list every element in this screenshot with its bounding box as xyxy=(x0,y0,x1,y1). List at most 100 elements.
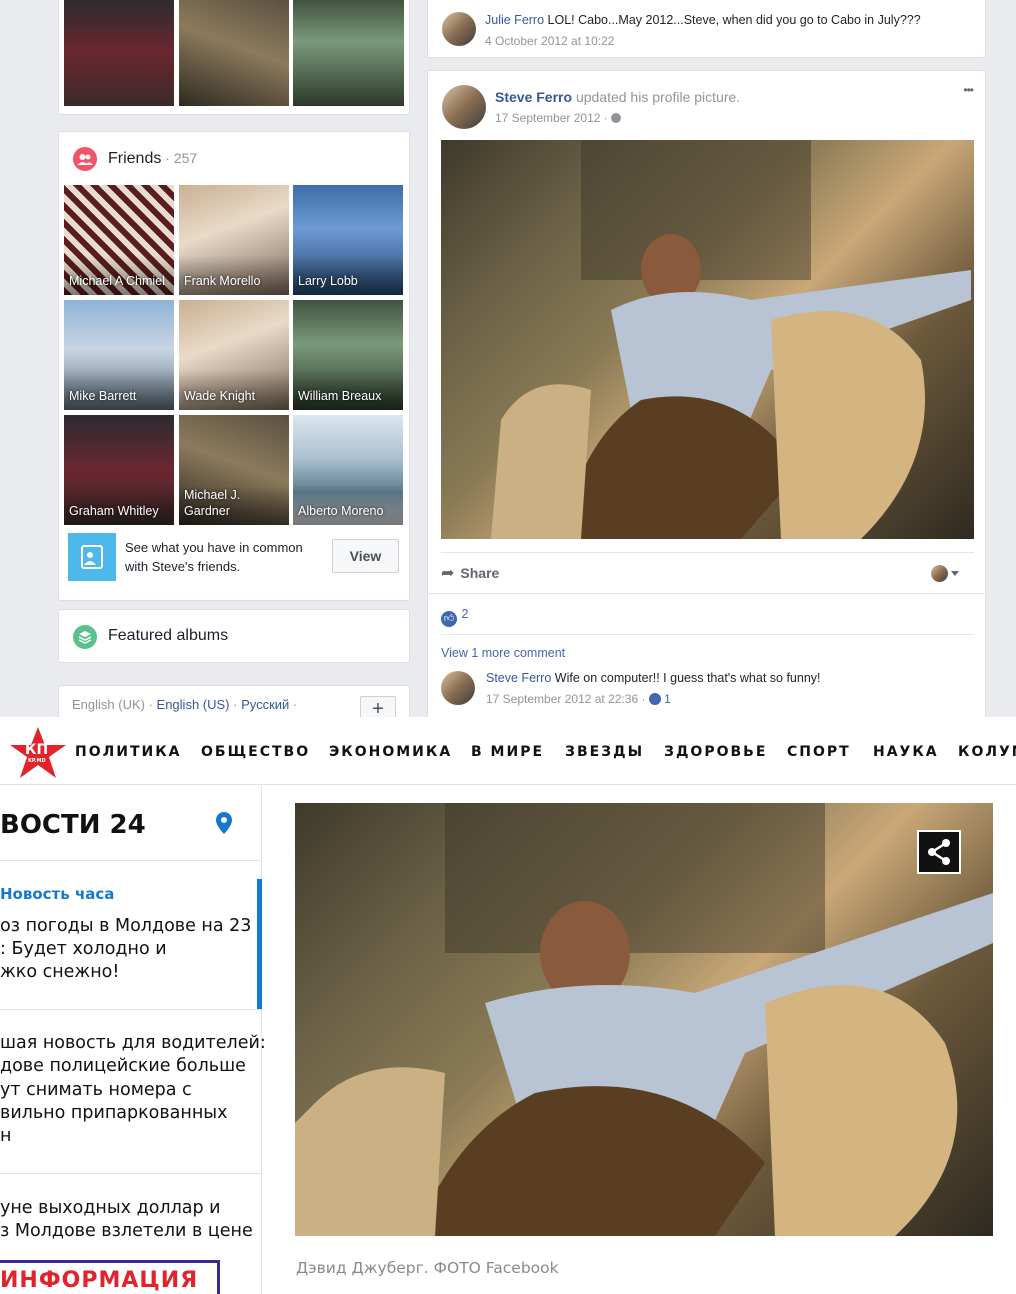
photo-silhouette xyxy=(491,140,971,539)
view-more-comments-link[interactable]: View 1 more comment xyxy=(441,646,565,660)
photo-thumb[interactable] xyxy=(64,0,174,106)
post-author[interactable]: Steve Ferro xyxy=(495,89,572,105)
language-link-ru[interactable]: Русский xyxy=(241,697,289,712)
hour-news-accent xyxy=(257,879,262,1009)
hour-news-label: Новость часа xyxy=(0,885,115,903)
friends-count: 257 xyxy=(173,150,198,166)
news-line: н xyxy=(0,1126,12,1146)
nav-columns[interactable]: КОЛУМ xyxy=(958,744,1016,760)
friend-name: Alberto Moreno xyxy=(298,504,384,518)
like-icon: 👍︎ xyxy=(441,611,457,627)
friend-tile[interactable]: Michael J. Gardner xyxy=(179,415,289,525)
location-pin-icon[interactable] xyxy=(216,812,232,834)
photo-thumb[interactable] xyxy=(179,0,289,106)
friend-name: William Breaux xyxy=(298,389,382,403)
news-line: вильно припаркованных xyxy=(0,1103,228,1123)
friend-name: Michael J. Gardner xyxy=(184,488,241,518)
friends-icon xyxy=(73,147,97,171)
kp-logo[interactable]: КП KP.MD xyxy=(8,725,68,781)
article-photo[interactable] xyxy=(295,803,993,1236)
previous-post-card: Julie Ferro LOL! Cabo...May 2012...Steve… xyxy=(427,0,986,58)
friend-tile[interactable]: Frank Morello xyxy=(179,185,289,295)
friend-tile[interactable]: Alberto Moreno xyxy=(293,415,403,525)
common-friends-icon xyxy=(68,533,116,581)
comment-timestamp[interactable]: 17 September 2012 at 22:36 xyxy=(486,692,638,706)
article-photo-silhouette xyxy=(295,803,993,1236)
featured-albums-title: Featured albums xyxy=(108,627,229,644)
post-date[interactable]: 17 September 2012 xyxy=(495,111,600,125)
info-banner-text: ИНФОРМАЦИЯ xyxy=(0,1268,199,1293)
news-item[interactable]: шая новость для водителей: дове полицейс… xyxy=(0,1026,266,1156)
comment-like-count[interactable]: 1 xyxy=(664,692,671,706)
kp-news-page: КП KP.MD ПОЛИТИКА ОБЩЕСТВО ЭКОНОМИКА В М… xyxy=(0,717,1016,1294)
author-avatar[interactable] xyxy=(442,85,486,129)
like-count[interactable]: 2 xyxy=(461,607,468,621)
friend-tile[interactable]: Mike Barrett xyxy=(64,300,174,410)
nav-world[interactable]: В МИРЕ xyxy=(471,744,544,760)
nav-science[interactable]: НАУКА xyxy=(873,744,939,760)
news-line: з Молдове взлетели в цене xyxy=(0,1221,253,1241)
nav-sport[interactable]: СПОРТ xyxy=(787,744,851,760)
viewer-avatar xyxy=(931,565,948,582)
language-card: English (UK) · English (US) · Русский · … xyxy=(58,685,410,717)
share-icon[interactable] xyxy=(917,830,961,874)
language-link-en-us[interactable]: English (US) xyxy=(157,697,230,712)
albums-icon xyxy=(73,625,97,649)
friend-tile[interactable]: William Breaux xyxy=(293,300,403,410)
news-line: оз погоды в Молдове на 23 xyxy=(0,916,252,936)
friends-title[interactable]: Friends xyxy=(108,150,161,167)
friend-name: Mike Barrett xyxy=(69,389,137,403)
comment-author[interactable]: Steve Ferro xyxy=(486,671,551,685)
facebook-screenshot: Friends · 257 Michael A Chmiel Frank Mor… xyxy=(0,0,1016,717)
nav-society[interactable]: ОБЩЕСТВО xyxy=(201,744,310,760)
commenter-avatar[interactable] xyxy=(442,12,476,46)
sidebar-title[interactable]: ВОСТИ 24 xyxy=(0,810,146,840)
commenter-avatar[interactable] xyxy=(441,671,475,705)
friend-tile[interactable]: Wade Knight xyxy=(179,300,289,410)
profile-photo[interactable] xyxy=(441,140,974,539)
audience-selector[interactable] xyxy=(931,565,959,583)
globe-icon xyxy=(611,113,622,123)
news-item[interactable]: уне выходных доллар и з Молдове взлетели… xyxy=(0,1191,255,1251)
photos-card xyxy=(58,0,410,115)
friend-tile[interactable]: Larry Lobb xyxy=(293,185,403,295)
news-line: : Будет холодно и xyxy=(0,939,167,959)
current-language: English (UK) xyxy=(72,697,145,712)
share-label: Share xyxy=(460,565,500,581)
friend-name: Michael A Chmiel xyxy=(69,274,165,288)
news-line: уне выходных доллар и xyxy=(0,1198,221,1218)
comment-timestamp[interactable]: 4 October 2012 at 10:22 xyxy=(485,34,614,48)
site-header: КП KP.MD ПОЛИТИКА ОБЩЕСТВО ЭКОНОМИКА В М… xyxy=(0,717,1016,785)
add-language-button[interactable]: + xyxy=(360,696,396,717)
friend-name: Frank Morello xyxy=(184,274,261,288)
photo-caption: Дэвид Джуберг. ФОТО Facebook xyxy=(296,1259,559,1277)
kp-logo-subtext: KP.MD xyxy=(28,758,46,764)
info-banner[interactable]: ИНФОРМАЦИЯ xyxy=(0,1260,220,1294)
friends-card: Friends · 257 Michael A Chmiel Frank Mor… xyxy=(58,131,410,601)
nav-health[interactable]: ЗДОРОВЬЕ xyxy=(664,744,767,760)
friend-name: Wade Knight xyxy=(184,389,256,403)
friend-tile[interactable]: Michael A Chmiel xyxy=(64,185,174,295)
featured-albums-card[interactable]: Featured albums xyxy=(58,609,410,663)
news-line: ут снимать номера с xyxy=(0,1080,192,1100)
news-line: дове полицейские больше xyxy=(0,1056,246,1076)
news-sidebar: ВОСТИ 24 Новость часа оз погоды в Молдов… xyxy=(0,786,266,1294)
comment-like-icon xyxy=(648,693,661,705)
hour-news-block[interactable]: Новость часа оз погоды в Молдове на 23 :… xyxy=(0,879,262,1009)
comment-text: LOL! Cabo...May 2012...Steve, when did y… xyxy=(547,13,921,27)
view-button[interactable]: View xyxy=(332,539,399,573)
profile-picture-post: Steve Ferro updated his profile picture.… xyxy=(427,70,987,717)
chevron-down-icon xyxy=(951,571,959,576)
friend-tile[interactable]: Graham Whitley xyxy=(64,415,174,525)
common-friends-text: See what you have in common with Steve's… xyxy=(125,540,303,574)
news-line: жко снежно! xyxy=(0,962,120,982)
nav-politics[interactable]: ПОЛИТИКА xyxy=(75,744,182,760)
share-icon: ➦ xyxy=(441,565,455,582)
nav-stars[interactable]: ЗВЕЗДЫ xyxy=(565,744,644,760)
comment-text: Wife on computer!! I guess that's what s… xyxy=(554,671,821,685)
post-options-icon[interactable]: ••• xyxy=(963,83,974,97)
comment-author[interactable]: Julie Ferro xyxy=(485,13,544,27)
share-button[interactable]: ➦ Share xyxy=(441,563,499,583)
photo-thumb[interactable] xyxy=(293,0,404,106)
nav-economy[interactable]: ЭКОНОМИКА xyxy=(329,744,452,760)
